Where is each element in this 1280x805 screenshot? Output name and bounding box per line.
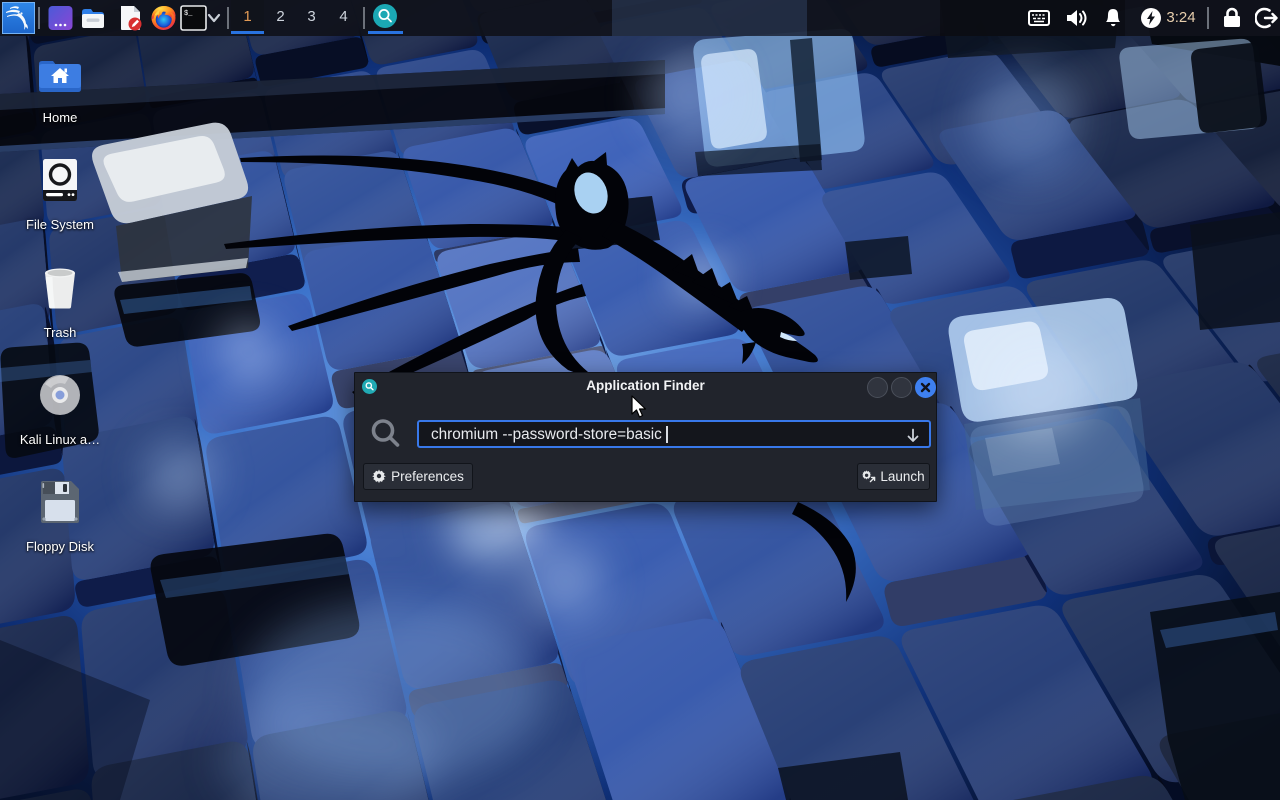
svg-text:$_: $_ [184,10,193,18]
